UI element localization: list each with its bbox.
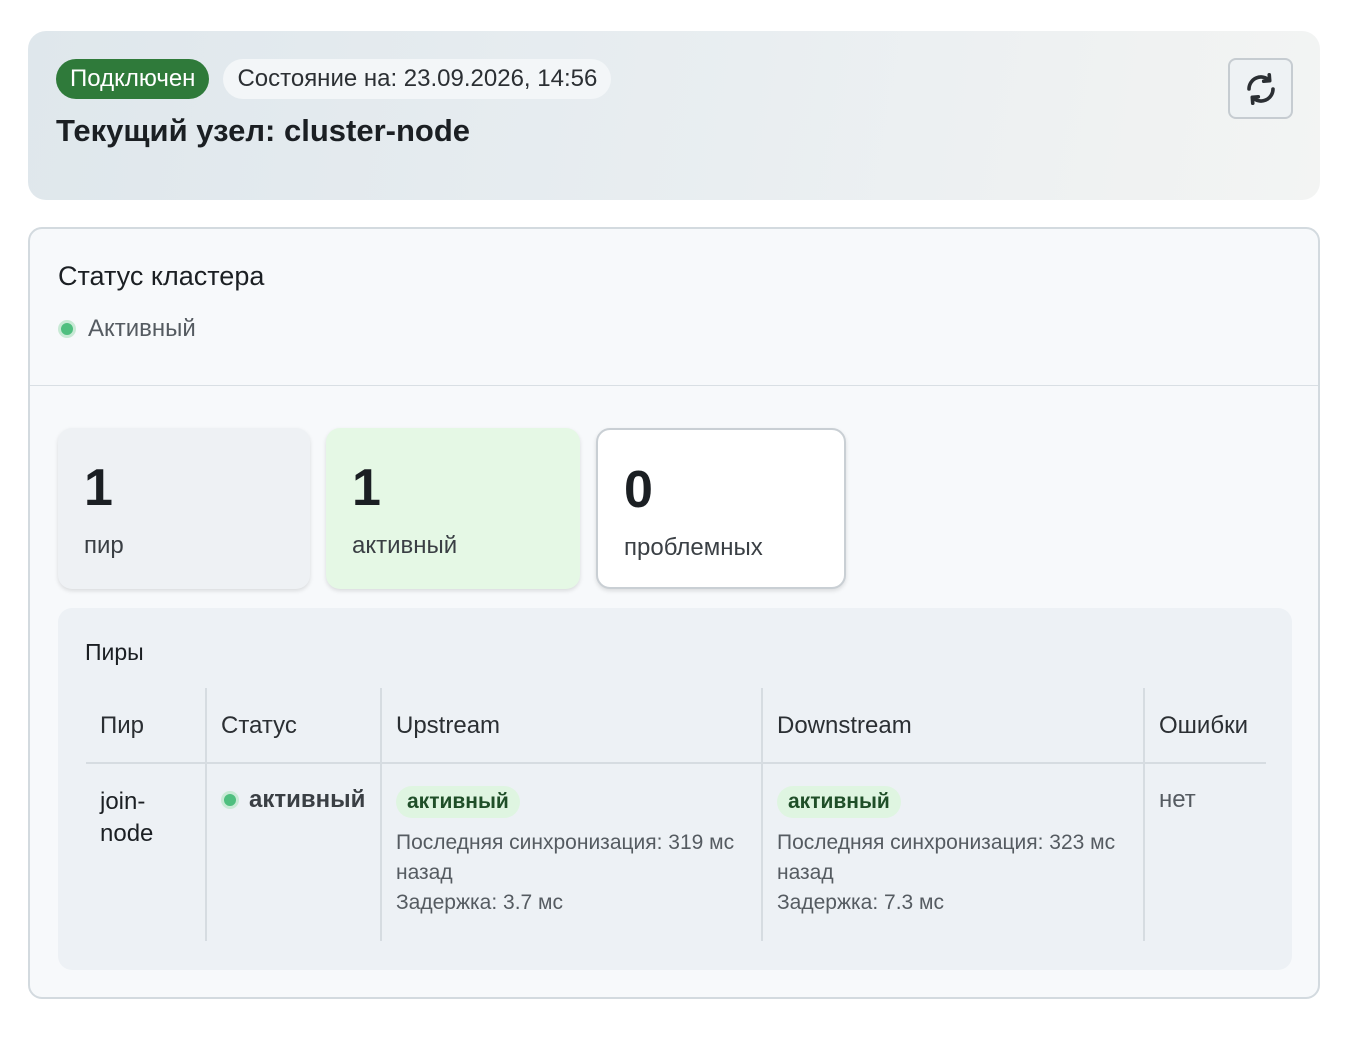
downstream-state-badge: активный (777, 786, 901, 818)
stat-value: 1 (84, 459, 113, 517)
column-header-errors: Ошибки (1143, 688, 1266, 764)
upstream-last-sync: Последняя синхронизация: 319 мс назад (396, 831, 735, 884)
peer-status: активный (221, 786, 366, 814)
peers-title: Пиры (85, 639, 144, 665)
cluster-status-label: Активный (88, 315, 196, 342)
stat-card-active: 1 активный (326, 428, 580, 589)
peers-panel: Пиры Пир Статус Upstream Downstream Ошиб… (58, 608, 1292, 970)
downstream-latency: Задержка: 7.3 мс (777, 891, 944, 914)
column-header-downstream: Downstream (761, 688, 1144, 764)
peer-status-label: активный (249, 786, 366, 813)
refresh-icon (1246, 72, 1275, 105)
cluster-status-indicator: Активный (58, 315, 196, 343)
status-dot-icon (221, 791, 239, 809)
table-header-row: Пир Статус Upstream Downstream Ошибки (86, 688, 1266, 764)
peer-name: join-node (100, 788, 154, 847)
downstream-cell: активный Последняя синхронизация: 323 мс… (761, 763, 1144, 941)
connection-status-badge: Подключен (56, 59, 210, 99)
refresh-button[interactable] (1228, 58, 1293, 119)
peer-errors: нет (1159, 786, 1196, 813)
stat-label: проблемных (624, 534, 763, 561)
section-divider (30, 385, 1318, 386)
stat-label: активный (352, 532, 458, 559)
status-cell: активный (205, 763, 381, 941)
errors-cell: нет (1143, 763, 1266, 941)
peer-cell: join-node (86, 763, 206, 941)
table-row: join-node активный активный Последняя си… (86, 763, 1266, 941)
cluster-status-card: Статус кластера Активный 1 пир 1 активны… (28, 227, 1320, 999)
stat-card-peers: 1 пир (58, 428, 310, 589)
peers-table: Пир Статус Upstream Downstream Ошибки jo… (86, 688, 1266, 941)
stat-value: 0 (624, 461, 653, 519)
node-header-card: Подключен Состояние на: 23.09.2026, 14:5… (28, 31, 1320, 200)
column-header-peer: Пир (86, 688, 206, 764)
state-timestamp-badge: Состояние на: 23.09.2026, 14:56 (223, 59, 612, 99)
upstream-cell: активный Последняя синхронизация: 319 мс… (380, 763, 762, 941)
current-node-title: Текущий узел: cluster-node (56, 113, 471, 148)
header-badges: Подключен Состояние на: 23.09.2026, 14:5… (56, 59, 612, 99)
stat-value: 1 (352, 459, 381, 517)
column-header-status: Статус (205, 688, 381, 764)
column-header-upstream: Upstream (380, 688, 762, 764)
stat-label: пир (84, 532, 124, 559)
downstream-last-sync: Последняя синхронизация: 323 мс назад (777, 831, 1116, 884)
status-dot-icon (58, 320, 76, 338)
upstream-latency: Задержка: 3.7 мс (396, 891, 563, 914)
upstream-state-badge: активный (396, 786, 520, 818)
cluster-status-title: Статус кластера (58, 261, 265, 291)
stat-card-problem: 0 проблемных (596, 428, 846, 589)
